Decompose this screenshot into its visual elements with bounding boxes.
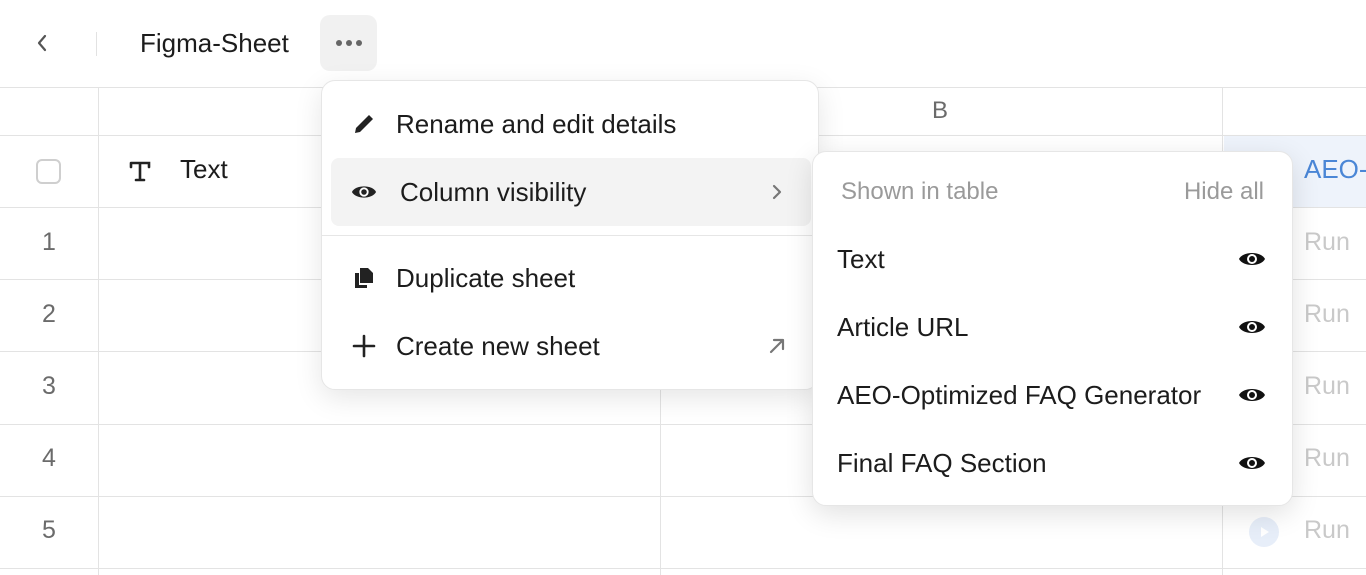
row-number: 5 [42, 516, 56, 544]
arrow-up-right-icon [765, 334, 789, 358]
row-number: 4 [42, 444, 56, 472]
copy-icon [351, 265, 377, 291]
grid-line [0, 568, 1366, 569]
more-horizontal-icon [335, 40, 362, 46]
menu-item-label: Duplicate sheet [396, 263, 576, 293]
top-bar: Figma-Sheet [0, 0, 1366, 88]
grid-line [98, 87, 99, 575]
menu-item-column-visibility[interactable]: Column visibility [331, 158, 811, 226]
column-header-text[interactable]: Text [180, 154, 228, 185]
menu-item-create-new-sheet[interactable]: Create new sheet [331, 312, 811, 380]
select-all-checkbox[interactable] [36, 159, 61, 184]
column-letter-b: B [932, 97, 949, 124]
column-visibility-item[interactable]: Article URL [813, 293, 1292, 361]
text-type-icon [129, 161, 151, 182]
eye-icon[interactable] [1238, 383, 1266, 407]
run-button[interactable]: Run [1304, 300, 1350, 329]
column-header-aeo[interactable]: AEO- [1304, 154, 1366, 185]
row-number: 1 [42, 228, 56, 256]
column-visibility-item[interactable]: Text [813, 225, 1292, 293]
chevron-left-icon [37, 34, 47, 52]
more-options-button[interactable] [320, 15, 377, 71]
menu-item-label: Rename and edit details [396, 109, 677, 139]
submenu-header: Shown in table [841, 178, 999, 205]
column-visibility-item[interactable]: Final FAQ Section [813, 429, 1292, 497]
eye-icon [351, 179, 377, 205]
column-name: Text [837, 244, 885, 274]
plus-icon [351, 333, 377, 359]
column-name: Final FAQ Section [837, 448, 1047, 478]
menu-item-label: Column visibility [400, 177, 587, 207]
sheet-options-menu: Rename and edit details Column visibilit… [321, 80, 819, 390]
menu-item-label: Create new sheet [396, 331, 600, 361]
eye-icon[interactable] [1238, 247, 1266, 271]
sheet-title: Figma-Sheet [140, 28, 289, 58]
eye-icon[interactable] [1238, 451, 1266, 475]
toolbar-divider [96, 32, 97, 56]
column-name: Article URL [837, 312, 969, 342]
eye-icon[interactable] [1238, 315, 1266, 339]
run-button[interactable]: Run [1304, 444, 1350, 473]
row-number: 3 [42, 372, 56, 400]
column-name: AEO-Optimized FAQ Generator [837, 380, 1202, 410]
menu-item-duplicate-sheet[interactable]: Duplicate sheet [331, 244, 811, 312]
run-button[interactable]: Run [1304, 372, 1350, 401]
hide-all-button[interactable]: Hide all [1184, 178, 1264, 206]
column-visibility-submenu: Shown in table Hide all Text Article URL… [812, 151, 1293, 506]
pencil-icon [351, 111, 377, 137]
run-button[interactable]: Run [1304, 516, 1350, 545]
menu-divider [322, 235, 818, 236]
back-button[interactable] [26, 28, 58, 58]
row-number: 2 [42, 300, 56, 328]
play-triangle-icon [1261, 527, 1269, 537]
play-icon[interactable] [1249, 517, 1279, 547]
column-visibility-item[interactable]: AEO-Optimized FAQ Generator [813, 361, 1292, 429]
run-button[interactable]: Run [1304, 228, 1350, 257]
chevron-right-icon [765, 180, 789, 204]
menu-item-rename[interactable]: Rename and edit details [331, 90, 811, 158]
